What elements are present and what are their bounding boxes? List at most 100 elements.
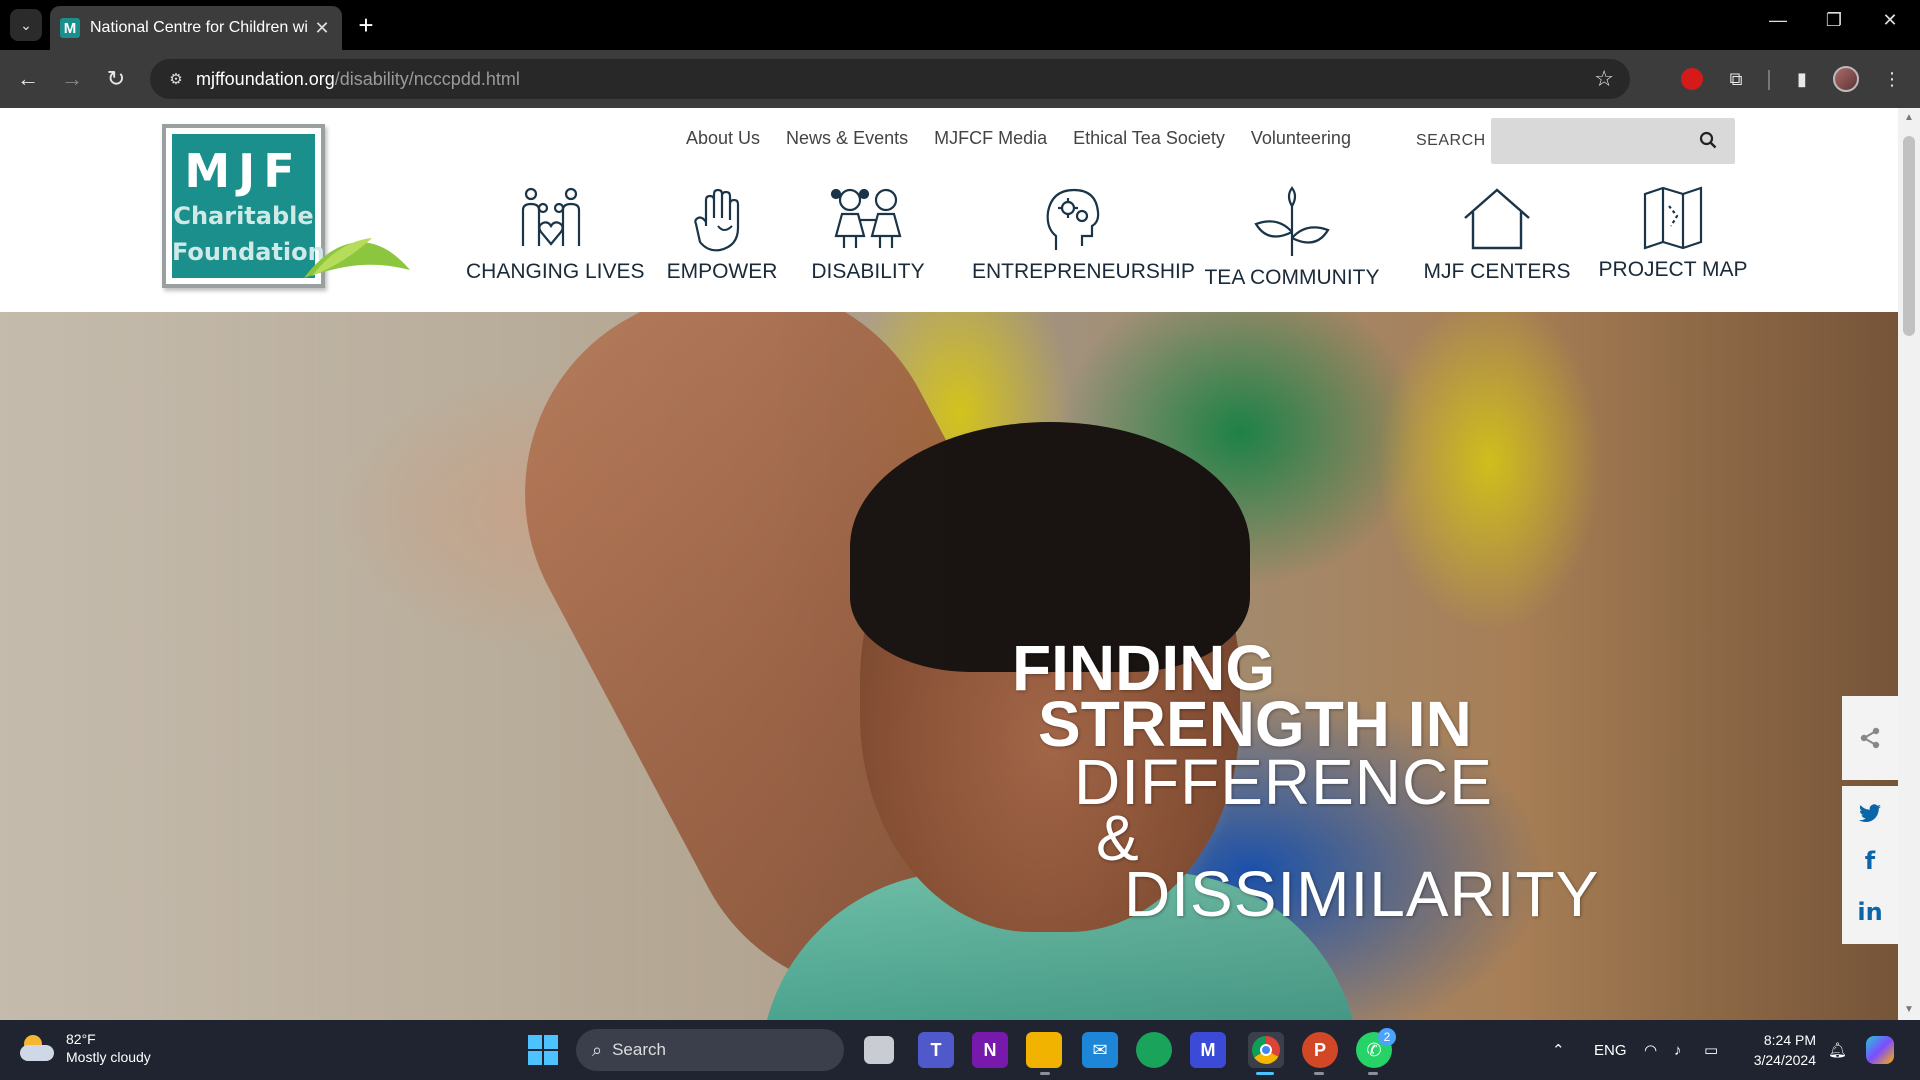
toolbar-divider: [1768, 70, 1770, 90]
weather-description: Mostly cloudy: [66, 1049, 151, 1065]
chrome-icon[interactable]: [1248, 1032, 1284, 1068]
extension-red-icon[interactable]: [1676, 63, 1708, 95]
system-clock[interactable]: 8:24 PM 3/24/2024: [1740, 1030, 1816, 1070]
logo-line-1: Charitable: [173, 202, 314, 230]
app-icon[interactable]: M: [1190, 1032, 1226, 1068]
nav-about-us[interactable]: About Us: [686, 128, 760, 149]
notification-bell-icon[interactable]: 🔔︎: [1828, 1020, 1847, 1080]
whatsapp-badge: 2: [1378, 1028, 1396, 1046]
page-scrollbar[interactable]: ▲ ▼: [1898, 108, 1920, 1020]
nav-mjf-centers[interactable]: MJF CENTERS: [1422, 186, 1572, 284]
site-favicon-icon: M: [60, 18, 80, 38]
address-bar[interactable]: ⚙ mjffoundation.org/disability/ncccpdd.h…: [150, 59, 1630, 99]
linkedin-icon[interactable]: in: [1857, 898, 1882, 926]
nav-label: ENTREPRENEURSHIP: [972, 260, 1195, 283]
web-page: MJF Charitable Foundation About Us News …: [0, 108, 1898, 1020]
search-icon: ⌕: [592, 1039, 603, 1060]
nav-volunteering[interactable]: Volunteering: [1251, 128, 1351, 149]
volume-icon[interactable]: ♪: [1674, 1020, 1682, 1080]
nav-changing-lives[interactable]: CHANGING LIVES: [466, 186, 645, 284]
nav-mjfcf-media[interactable]: MJFCF Media: [934, 128, 1047, 149]
nav-label: PROJECT MAP: [1598, 258, 1748, 281]
taskbar-search-label: Search: [612, 1040, 666, 1059]
twitter-icon[interactable]: [1858, 804, 1882, 824]
teams-icon[interactable]: T: [918, 1032, 954, 1068]
task-view-icon[interactable]: [864, 1036, 894, 1064]
new-tab-button[interactable]: +: [352, 12, 380, 40]
nav-label: EMPOWER: [666, 260, 778, 283]
clock-time: 8:24 PM: [1763, 1032, 1816, 1048]
search-input[interactable]: [1491, 118, 1735, 164]
share-icon: [1860, 727, 1880, 749]
close-window-icon[interactable]: ✕: [1870, 10, 1910, 31]
tab-close-icon[interactable]: ✕: [312, 18, 332, 39]
browser-toolbar: ← → ↻ ⚙ mjffoundation.org/disability/ncc…: [0, 50, 1920, 108]
running-indicator: [1040, 1072, 1050, 1075]
nav-label: CHANGING LIVES: [466, 260, 645, 283]
weather-temperature: 82°F: [66, 1031, 96, 1047]
browser-tab[interactable]: M National Centre for Children wi ✕: [50, 6, 342, 50]
file-explorer-icon[interactable]: [1026, 1032, 1062, 1068]
search-label: SEARCH: [1416, 132, 1486, 149]
nav-ethical-tea-society[interactable]: Ethical Tea Society: [1073, 128, 1225, 149]
copilot-icon[interactable]: [1866, 1020, 1894, 1080]
search-icon[interactable]: [1699, 131, 1717, 149]
windows-taskbar: 82°F Mostly cloudy ⌕ Search T N ✉ M P ✆ …: [0, 1020, 1920, 1080]
url-text: mjffoundation.org/disability/ncccpdd.htm…: [196, 69, 520, 90]
powerpoint-icon[interactable]: P: [1302, 1032, 1338, 1068]
logo-panel: MJF Charitable Foundation: [172, 134, 325, 278]
mjf-logo[interactable]: MJF Charitable Foundation: [162, 124, 412, 302]
weather-widget[interactable]: 82°F Mostly cloudy: [20, 1030, 151, 1066]
nav-empower[interactable]: EMPOWER: [662, 186, 782, 284]
nav-entrepreneurship[interactable]: ENTREPRENEURSHIP: [972, 186, 1195, 284]
mail-icon[interactable]: ✉: [1082, 1032, 1118, 1068]
nav-label: TEA COMMUNITY: [1204, 266, 1380, 289]
nav-news-events[interactable]: News & Events: [786, 128, 908, 149]
onenote-icon[interactable]: N: [972, 1032, 1008, 1068]
windows-start-icon[interactable]: [528, 1035, 558, 1065]
battery-icon[interactable]: ▭: [1704, 1020, 1718, 1080]
children-icon: [830, 188, 902, 248]
tea-leaf-logo-icon: [304, 238, 410, 278]
site-settings-icon[interactable]: ⚙: [156, 70, 196, 88]
language-indicator[interactable]: ENG: [1594, 1020, 1627, 1080]
profile-avatar[interactable]: [1830, 63, 1862, 95]
social-share-widget: f in: [1842, 696, 1898, 944]
forward-arrow-icon[interactable]: →: [56, 63, 88, 95]
top-navigation: About Us News & Events MJFCF Media Ethic…: [686, 128, 1377, 149]
cloudy-weather-icon: [20, 1033, 54, 1063]
wifi-icon[interactable]: ◠: [1644, 1020, 1657, 1080]
url-path: /disability/ncccpdd.html: [334, 68, 520, 89]
restore-icon[interactable]: ❐: [1814, 10, 1854, 31]
reload-icon[interactable]: ↻: [100, 63, 132, 95]
nav-disability[interactable]: DISABILITY: [808, 186, 928, 284]
tea-leaf-icon: [1254, 186, 1330, 256]
running-indicator: [1314, 1072, 1324, 1075]
scroll-down-icon[interactable]: ▼: [1898, 1004, 1920, 1015]
tab-search-button[interactable]: ⌄: [10, 9, 42, 41]
logo-title: MJF: [184, 144, 303, 198]
back-arrow-icon[interactable]: ←: [12, 63, 44, 95]
taskbar-search[interactable]: ⌕ Search: [576, 1029, 844, 1071]
nav-project-map[interactable]: PROJECT MAP: [1598, 186, 1748, 282]
scrollbar-thumb[interactable]: [1903, 136, 1915, 336]
facebook-icon[interactable]: f: [1865, 847, 1875, 875]
tray-overflow-icon[interactable]: ⌃: [1552, 1020, 1565, 1080]
nav-tea-community[interactable]: TEA COMMUNITY: [1202, 186, 1382, 290]
logo-frame: MJF Charitable Foundation: [162, 124, 325, 288]
minimize-icon[interactable]: —: [1758, 10, 1798, 31]
browser-tab-bar: ⌄ M National Centre for Children wi ✕ + …: [0, 0, 1920, 50]
url-domain: mjffoundation.org: [196, 68, 335, 89]
share-button[interactable]: [1842, 696, 1898, 780]
browser-menu-icon[interactable]: ⋮: [1876, 63, 1908, 95]
tab-title: National Centre for Children wi: [90, 19, 308, 36]
hero-line-5: DISSIMILARITY: [1124, 858, 1600, 930]
hand-icon: [694, 188, 740, 252]
extensions-puzzle-icon[interactable]: ⧉: [1720, 63, 1752, 95]
edge-icon[interactable]: [1136, 1032, 1172, 1068]
bookmark-star-icon[interactable]: ☆: [1594, 66, 1614, 92]
side-panel-icon[interactable]: ▮: [1786, 63, 1818, 95]
scroll-up-icon[interactable]: ▲: [1898, 112, 1920, 123]
house-icon: [1464, 188, 1530, 250]
hero-overlay: [0, 312, 1898, 1020]
